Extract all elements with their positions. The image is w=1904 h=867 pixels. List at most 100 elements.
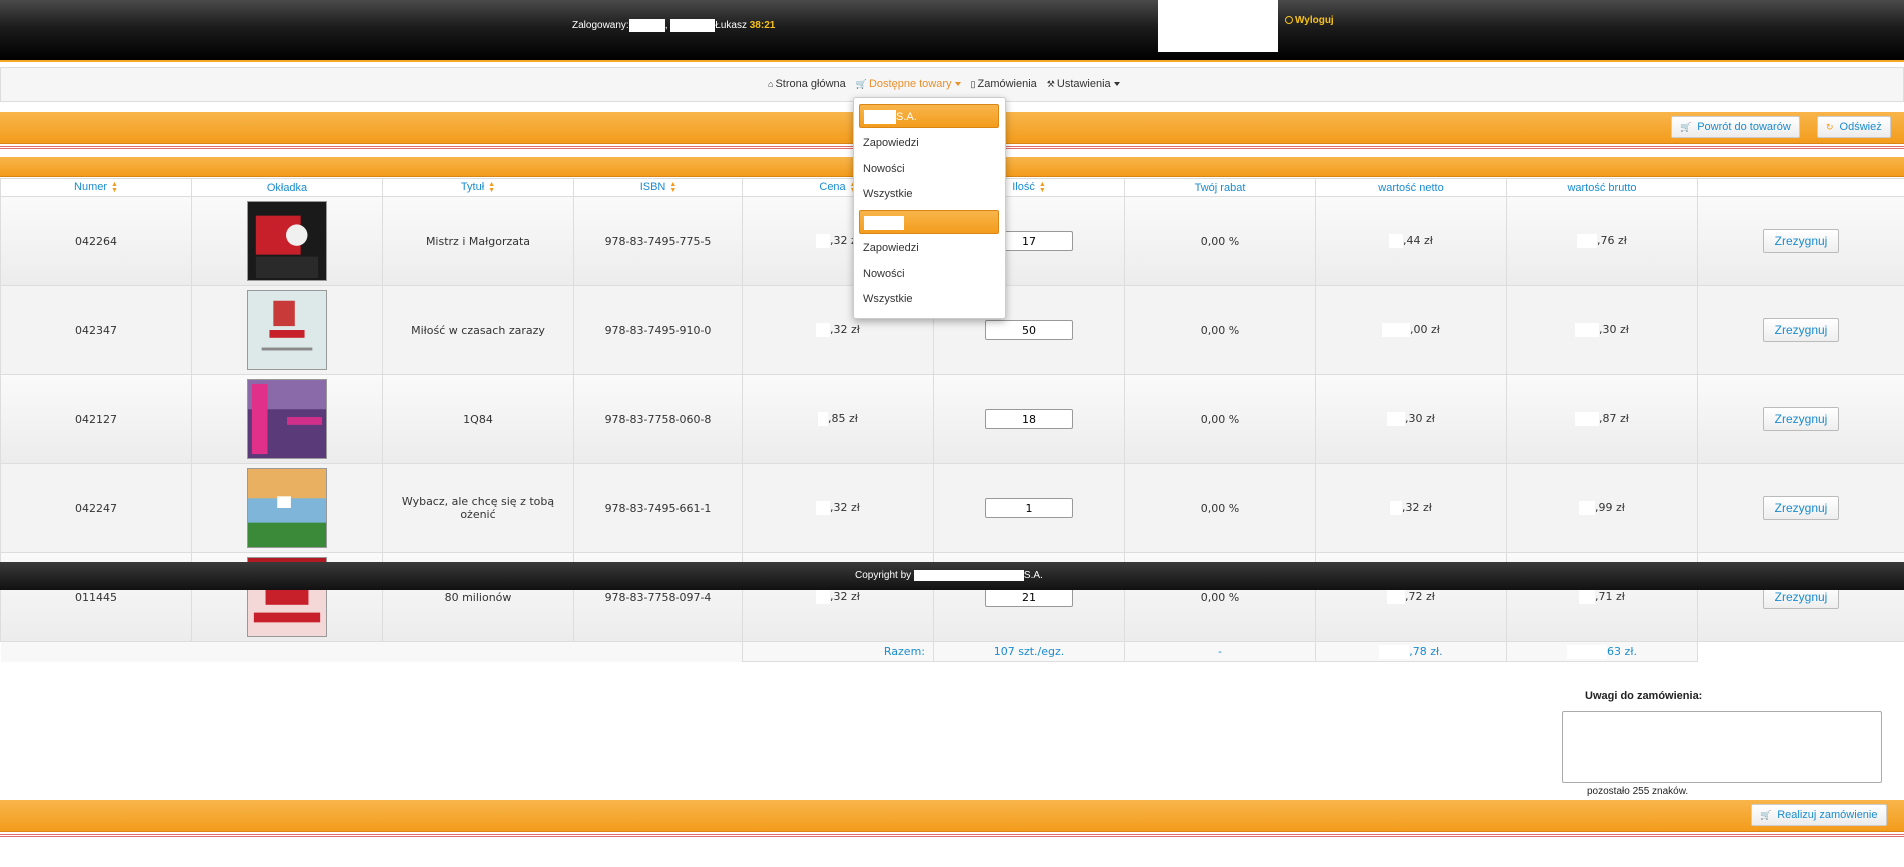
dropdown-group-header[interactable]: S.A. — [859, 104, 999, 128]
book-cover-image — [247, 468, 327, 548]
summary-quantity: 107 szt./egz. — [933, 641, 1125, 662]
masked-username — [628, 19, 665, 32]
cell-discount: 0,00 % — [1124, 374, 1316, 464]
cell-net: ,00 zł — [1315, 285, 1507, 375]
copyright-text: Copyright by S.A. — [855, 570, 1043, 582]
top-header: Zalogowany:, Łukasz 38:21 Wyloguj — [0, 0, 1904, 62]
cell-cover — [191, 463, 383, 553]
sort-icon: ▲▼ — [669, 180, 677, 194]
dropdown-item-all[interactable]: Wszystkie — [863, 188, 913, 200]
cell-action: Zrezygnuj — [1697, 196, 1904, 286]
cell-net: ,32 zł — [1315, 463, 1507, 553]
cancel-item-button[interactable]: Zrezygnuj — [1762, 407, 1840, 431]
footer-bar: Copyright by S.A. — [0, 562, 1904, 590]
cell-gross: ,87 zł — [1506, 374, 1698, 464]
col-header-isbn[interactable]: ISBN ▲ ▼ — [573, 178, 743, 197]
dropdown-group-header[interactable] — [859, 210, 999, 234]
refresh-icon: ↻ — [1826, 121, 1834, 132]
wrench-icon: ⚒ — [1046, 79, 1055, 89]
masked-surname — [670, 19, 716, 32]
cell-title: Mistrz i Małgorzata — [382, 196, 574, 286]
summary-discount: - — [1124, 641, 1316, 662]
user-name: Łukasz — [715, 20, 747, 32]
remaining-chars: pozostało 255 znaków. — [1587, 786, 1689, 797]
order-notes-textarea[interactable] — [1562, 711, 1882, 783]
quantity-input[interactable] — [985, 498, 1073, 518]
col-header-gross: wartość brutto — [1506, 178, 1698, 197]
cell-title: Wybacz, ale chcę się z tobą ożenić — [382, 463, 574, 553]
cell-title: 1Q84 — [382, 374, 574, 464]
chevron-down-icon — [954, 82, 961, 87]
document-icon: ▯ — [970, 79, 976, 89]
dropdown-item-new[interactable]: Nowości — [863, 163, 905, 175]
submit-order-button[interactable]: 🛒 Realizuj zamówienie — [1751, 804, 1887, 826]
cell-price: ,32 zł — [742, 463, 934, 553]
summary-label: Razem: — [742, 641, 934, 662]
logout-link[interactable]: Wyloguj — [1285, 15, 1334, 26]
cell-price: ,85 zł — [742, 374, 934, 464]
login-info: Zalogowany:, Łukasz 38:21 — [572, 19, 776, 32]
dropdown-item-all[interactable]: Wszystkie — [863, 293, 913, 305]
dropdown-item-upcoming[interactable]: Zapowiedzi — [863, 242, 919, 254]
quantity-input[interactable] — [985, 587, 1073, 607]
nav-home[interactable]: ⌂ Strona główna — [768, 78, 846, 90]
book-cover-image — [247, 379, 327, 459]
logged-label: Zalogowany: — [572, 20, 629, 32]
cancel-item-button[interactable]: Zrezygnuj — [1762, 496, 1840, 520]
cell-net: ,44 zł — [1315, 196, 1507, 286]
sort-icon: ▲▼ — [488, 180, 496, 194]
cell-cover — [191, 285, 383, 375]
cell-cover — [191, 196, 383, 286]
cancel-item-button[interactable]: Zrezygnuj — [1762, 229, 1840, 253]
cell-cover — [191, 374, 383, 464]
nav-orders[interactable]: ▯ Zamówienia — [971, 78, 1037, 90]
cart-icon: 🛒 — [1760, 809, 1772, 820]
cell-action: Zrezygnuj — [1697, 374, 1904, 464]
dropdown-item-upcoming[interactable]: Zapowiedzi — [863, 137, 919, 149]
col-header-discount: Twój rabat — [1124, 178, 1316, 197]
cell-gross: ,76 zł — [1506, 196, 1698, 286]
cell-number: 042127 — [0, 374, 192, 464]
cell-quantity — [933, 463, 1125, 553]
cell-number: 042264 — [0, 196, 192, 286]
sort-icon: ▲▼ — [111, 180, 118, 194]
cell-isbn: 978-83-7758-060-8 — [573, 374, 743, 464]
bottom-bar: 🛒 Realizuj zamówienie — [0, 800, 1904, 832]
quantity-input[interactable] — [985, 409, 1073, 429]
quantity-input[interactable] — [985, 320, 1073, 340]
dropdown-item-new[interactable]: Nowości — [863, 268, 905, 280]
cell-number: 042347 — [0, 285, 192, 375]
refresh-button[interactable]: ↻ Odśwież — [1817, 116, 1891, 138]
cell-net: ,30 zł — [1315, 374, 1507, 464]
col-header-net: wartość netto — [1315, 178, 1507, 197]
summary-net: ,78 zł. — [1315, 641, 1507, 662]
cell-isbn: 978-83-7495-661-1 — [573, 463, 743, 553]
table-row: 042247 Wybacz, ale chcę się z tobą ożeni… — [0, 463, 1904, 553]
cart-icon: 🛒 — [855, 79, 867, 89]
cell-gross: ,30 zł — [1506, 285, 1698, 375]
cell-action: Zrezygnuj — [1697, 463, 1904, 553]
cell-action: Zrezygnuj — [1697, 285, 1904, 375]
book-cover-image — [247, 201, 327, 281]
chevron-down-icon — [1113, 82, 1120, 87]
col-header-cover: Okładka — [191, 178, 383, 197]
back-to-products-button[interactable]: 🛒 Powrót do towarów — [1671, 116, 1800, 138]
cell-isbn: 978-83-7495-910-0 — [573, 285, 743, 375]
home-icon: ⌂ — [768, 79, 774, 89]
nav-products[interactable]: 🛒 Dostępne towary — [856, 78, 961, 90]
summary-row: Razem: 107 szt./egz. - ,78 zł. 63 zł. — [0, 641, 1904, 662]
company-logo — [1158, 0, 1278, 52]
cell-discount: 0,00 % — [1124, 285, 1316, 375]
col-header-title[interactable]: Tytuł ▲ ▼ — [382, 178, 574, 197]
cell-number: 042247 — [0, 463, 192, 553]
book-cover-image — [247, 290, 327, 370]
products-dropdown-menu: S.A. Zapowiedzi Nowości Wszystkie Zapowi… — [853, 97, 1006, 319]
col-header-number[interactable]: Numer ▲ ▼ — [0, 178, 192, 197]
nav-settings[interactable]: ⚒ Ustawienia — [1047, 78, 1120, 90]
cell-gross: ,99 zł — [1506, 463, 1698, 553]
cancel-item-button[interactable]: Zrezygnuj — [1762, 318, 1840, 342]
session-timer: 38:21 — [749, 20, 776, 32]
divider — [0, 834, 1904, 837]
cell-discount: 0,00 % — [1124, 463, 1316, 553]
col-header-actions — [1697, 178, 1904, 197]
